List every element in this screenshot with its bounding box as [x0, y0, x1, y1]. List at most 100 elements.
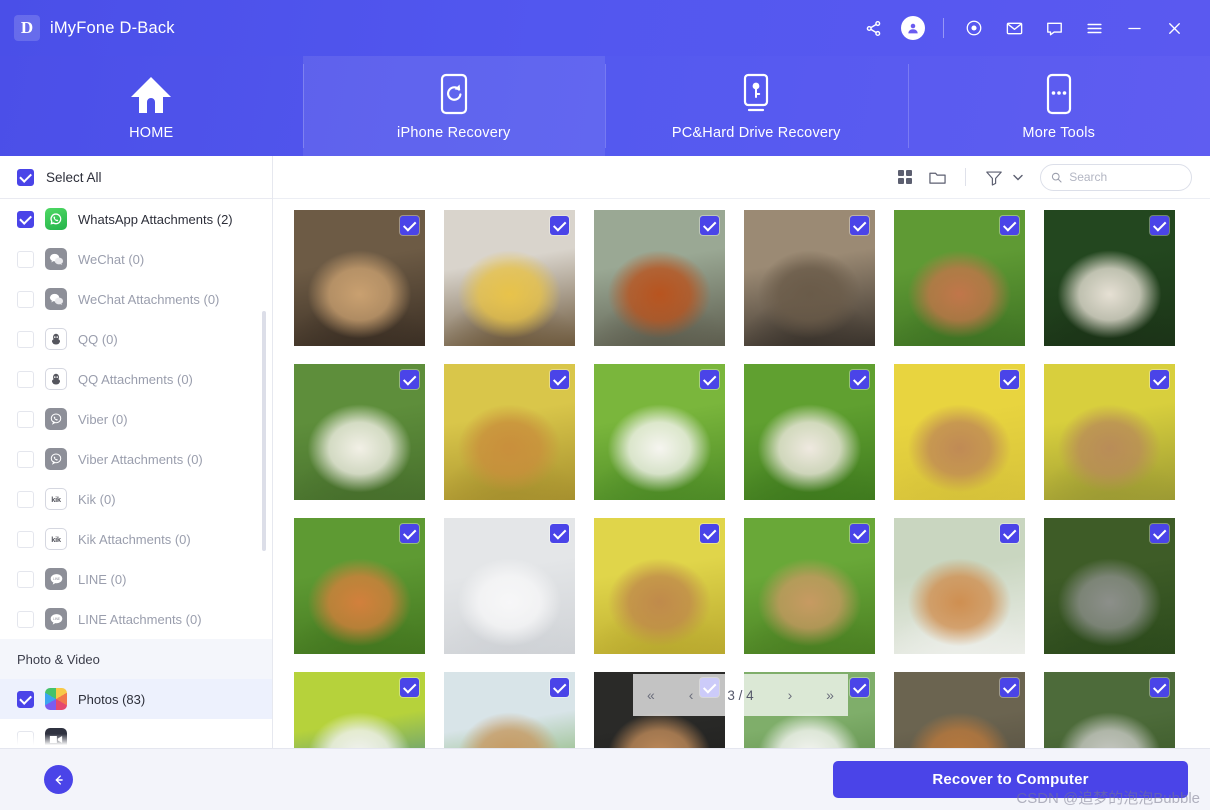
thumbnail-checkbox[interactable] [550, 678, 569, 697]
page-last-button[interactable]: » [826, 687, 834, 703]
sidebar-item-photos[interactable]: Photos (83) [0, 679, 272, 719]
thumbnail-item[interactable] [1044, 364, 1175, 500]
sidebar-item-1[interactable]: WeChat (0) [0, 239, 272, 279]
thumbnail-checkbox[interactable] [1000, 678, 1019, 697]
folder-view-icon[interactable] [921, 161, 953, 193]
sidebar-item-5[interactable]: Viber (0) [0, 399, 272, 439]
grid-view-icon[interactable] [889, 161, 921, 193]
thumbnail-item[interactable] [444, 364, 575, 500]
sidebar-item-checkbox[interactable] [17, 531, 34, 548]
tab-pc-hard-drive-recovery[interactable]: PC&Hard Drive Recovery [605, 56, 908, 156]
thumbnail-checkbox[interactable] [400, 216, 419, 235]
thumbnail-checkbox[interactable] [400, 524, 419, 543]
tab-home[interactable]: HOME [0, 56, 303, 156]
sidebar-item-checkbox[interactable] [17, 451, 34, 468]
thumbnail-item[interactable] [594, 210, 725, 346]
sidebar-item-4[interactable]: QQ Attachments (0) [0, 359, 272, 399]
sidebar-item-checkbox[interactable] [17, 291, 34, 308]
thumbnail-item[interactable] [294, 672, 425, 748]
page-prev-button[interactable]: ‹ [689, 687, 694, 703]
thumbnail-checkbox[interactable] [700, 216, 719, 235]
sidebar-item-checkbox[interactable] [17, 611, 34, 628]
thumbnail-checkbox[interactable] [850, 678, 869, 697]
thumbnail-checkbox[interactable] [1000, 524, 1019, 543]
thumbnail-checkbox[interactable] [550, 370, 569, 389]
thumbnail-item[interactable] [744, 364, 875, 500]
thumbnail-checkbox[interactable] [400, 678, 419, 697]
thumbnail-checkbox[interactable] [850, 370, 869, 389]
page-next-button[interactable]: › [788, 687, 793, 703]
sidebar-item-checkbox[interactable] [17, 211, 34, 228]
sidebar-item-checkbox[interactable] [17, 331, 34, 348]
thumbnail-item[interactable] [594, 518, 725, 654]
page-first-button[interactable]: « [647, 687, 655, 703]
thumbnail-item[interactable] [444, 210, 575, 346]
select-all-row[interactable]: Select All [0, 156, 272, 199]
tab-iphone-recovery[interactable]: iPhone Recovery [303, 56, 606, 156]
thumbnail-checkbox[interactable] [1000, 370, 1019, 389]
thumbnail-item[interactable] [294, 364, 425, 500]
thumbnail-checkbox[interactable] [550, 216, 569, 235]
sidebar-item-3[interactable]: QQ (0) [0, 319, 272, 359]
tab-more-tools[interactable]: More Tools [908, 56, 1210, 156]
whatsapp-icon [45, 208, 67, 230]
mail-icon[interactable] [994, 8, 1034, 48]
sidebar-scrollbar[interactable] [262, 311, 266, 551]
thumbnail-checkbox[interactable] [550, 524, 569, 543]
chat-icon[interactable] [1034, 8, 1074, 48]
thumbnail-item[interactable] [294, 518, 425, 654]
thumbnail-item[interactable] [1044, 210, 1175, 346]
sidebar-list[interactable]: WhatsApp Attachments (2)WeChat (0)WeChat… [0, 199, 272, 748]
sidebar-item-7[interactable]: kikKik (0) [0, 479, 272, 519]
target-icon[interactable] [954, 8, 994, 48]
user-avatar-icon[interactable] [893, 8, 933, 48]
sidebar-item-9[interactable]: LINELINE (0) [0, 559, 272, 599]
sidebar-item-checkbox[interactable] [17, 571, 34, 588]
sidebar-item-checkbox[interactable] [17, 371, 34, 388]
thumbnail-checkbox[interactable] [850, 216, 869, 235]
sidebar-item-checkbox[interactable] [17, 411, 34, 428]
thumbnail-checkbox[interactable] [1150, 524, 1169, 543]
sidebar-item-6[interactable]: Viber Attachments (0) [0, 439, 272, 479]
thumbnail-item[interactable] [444, 518, 575, 654]
sidebar-item-0[interactable]: WhatsApp Attachments (2) [0, 199, 272, 239]
menu-icon[interactable] [1074, 8, 1114, 48]
minimize-icon[interactable] [1114, 8, 1154, 48]
thumbnail-item[interactable] [744, 518, 875, 654]
search-box[interactable] [1040, 164, 1192, 191]
filter-icon[interactable] [978, 161, 1010, 193]
thumbnail-checkbox[interactable] [400, 370, 419, 389]
thumbnail-checkbox[interactable] [1150, 216, 1169, 235]
thumbnail-item[interactable] [894, 518, 1025, 654]
thumbnail-checkbox[interactable] [1000, 216, 1019, 235]
thumbnail-item[interactable] [444, 672, 575, 748]
share-icon[interactable] [853, 8, 893, 48]
back-button[interactable] [44, 765, 73, 794]
select-all-checkbox[interactable] [17, 169, 34, 186]
thumbnail-checkbox[interactable] [1150, 678, 1169, 697]
thumbnail-checkbox[interactable] [700, 370, 719, 389]
thumbnail-item[interactable] [894, 672, 1025, 748]
thumbnail-item[interactable] [294, 210, 425, 346]
thumbnail-item[interactable] [1044, 672, 1175, 748]
close-icon[interactable] [1154, 8, 1194, 48]
chevron-down-icon[interactable] [1010, 161, 1026, 193]
thumbnail-item[interactable] [744, 210, 875, 346]
sidebar-item-2[interactable]: WeChat Attachments (0) [0, 279, 272, 319]
sidebar-item-checkbox[interactable] [17, 491, 34, 508]
recover-to-computer-button[interactable]: Recover to Computer [833, 761, 1188, 798]
thumbnail-checkbox[interactable] [1150, 370, 1169, 389]
thumbnail-item[interactable] [1044, 518, 1175, 654]
sidebar-item-videos[interactable] [0, 719, 272, 748]
thumbnail-item[interactable] [894, 364, 1025, 500]
thumbnail-item[interactable] [894, 210, 1025, 346]
sidebar-item-8[interactable]: kikKik Attachments (0) [0, 519, 272, 559]
sidebar-item-checkbox[interactable] [17, 251, 34, 268]
search-input[interactable] [1069, 170, 1181, 184]
thumbnail-checkbox[interactable] [850, 524, 869, 543]
sidebar-item-10[interactable]: LINELINE Attachments (0) [0, 599, 272, 639]
sidebar-item-checkbox[interactable] [17, 731, 34, 748]
thumbnail-item[interactable] [594, 364, 725, 500]
thumbnail-checkbox[interactable] [700, 524, 719, 543]
sidebar-item-checkbox[interactable] [17, 691, 34, 708]
